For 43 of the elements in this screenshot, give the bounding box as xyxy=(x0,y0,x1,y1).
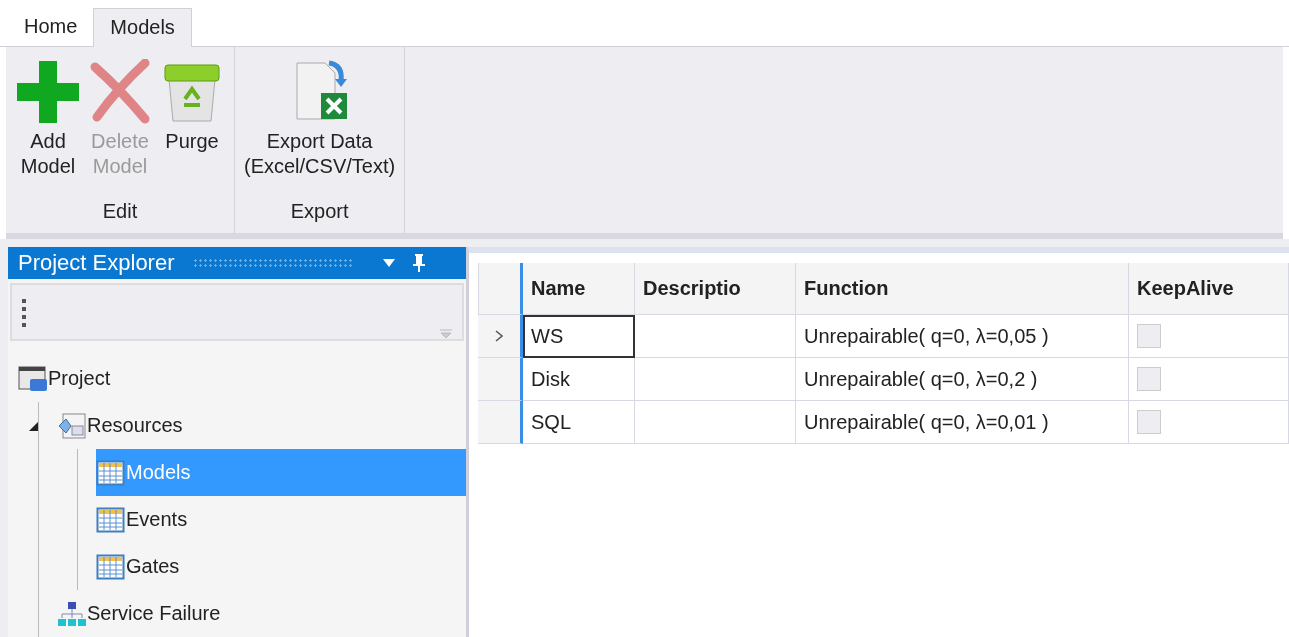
group-label: Edit xyxy=(101,199,139,224)
column-header[interactable]: KeepAlive xyxy=(1129,263,1289,315)
toolbar-grip-icon xyxy=(22,299,26,327)
expander-icon[interactable] xyxy=(27,420,39,432)
group-label: Export xyxy=(289,199,350,224)
column-header[interactable]: Name xyxy=(523,263,635,315)
checkbox[interactable] xyxy=(1137,367,1161,391)
dropdown-icon[interactable] xyxy=(382,259,395,267)
row-header[interactable] xyxy=(478,315,523,358)
table-cell: WS xyxy=(523,315,635,358)
hierarchy-icon xyxy=(57,599,87,628)
table-cell: Unrepairable( q=0, λ=0,01 ) xyxy=(796,401,1129,444)
window-icon xyxy=(18,364,48,393)
row-header[interactable] xyxy=(478,358,523,401)
pin-icon[interactable] xyxy=(412,254,425,272)
column-header[interactable]: Descriptio xyxy=(635,263,796,315)
ribbon-tab[interactable]: Models xyxy=(93,8,192,47)
row-header-corner xyxy=(478,263,523,315)
column-header[interactable]: Function xyxy=(796,263,1129,315)
table-cell: Disk xyxy=(523,358,635,401)
tree-item[interactable]: Resources xyxy=(57,402,466,449)
resources-icon xyxy=(57,411,87,440)
tree-item[interactable]: Project xyxy=(18,355,466,402)
checkbox[interactable] xyxy=(1137,324,1161,348)
panel-title: Project Explorer xyxy=(18,250,175,276)
plus-icon xyxy=(15,59,81,125)
overflow-icon[interactable] xyxy=(440,329,452,339)
tree-item[interactable]: Gates xyxy=(96,543,466,590)
table-cell: Unrepairable( q=0, λ=0,2 ) xyxy=(796,358,1129,401)
tree-item[interactable]: Events xyxy=(96,496,466,543)
row-header[interactable] xyxy=(478,401,523,444)
table-cell: SQL xyxy=(523,401,635,444)
table-icon xyxy=(96,458,126,487)
checkbox[interactable] xyxy=(1137,410,1161,434)
ribbon-tab[interactable]: Home xyxy=(8,8,94,46)
table-icon xyxy=(96,552,126,581)
table-cell: Unrepairable( q=0, λ=0,05 ) xyxy=(796,315,1129,358)
tree-item[interactable]: Service Failure xyxy=(57,590,466,637)
grip-pattern[interactable] xyxy=(192,258,353,268)
ribbon-button[interactable]: Export Data (Excel/CSV/Text) xyxy=(241,57,399,193)
table-icon xyxy=(96,505,126,534)
ribbon-button[interactable]: Add Model xyxy=(12,57,84,193)
ribbon-button[interactable]: Purge xyxy=(156,57,228,193)
